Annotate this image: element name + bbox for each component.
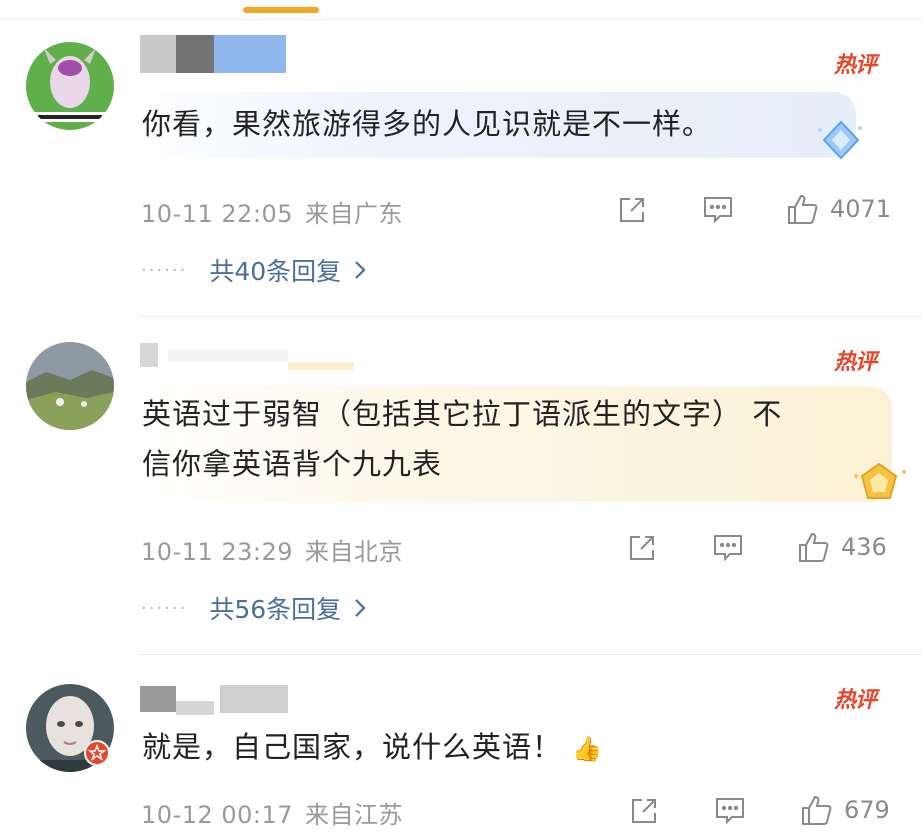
location: 来自广东: [305, 200, 404, 228]
comment-button[interactable]: [702, 194, 734, 224]
like-button[interactable]: 679: [800, 794, 890, 826]
like-count: 4071: [830, 195, 892, 223]
comment-text: 就是，自己国家，说什么英语！ 👍: [142, 722, 603, 774]
divider: [140, 316, 922, 317]
comment-text-line: 信你拿英语背个九九表: [142, 447, 443, 481]
view-replies-link[interactable]: ······ 共40条回复: [141, 252, 367, 288]
share-button[interactable]: [616, 194, 648, 226]
like-button[interactable]: 436: [797, 531, 887, 563]
comment-text: 你看，果然旅游得多的人见识就是不一样。: [142, 107, 713, 141]
reply-count: 共40条回复: [209, 257, 342, 286]
timestamp: 10-11 22:05: [141, 200, 294, 228]
comment-meta: 10-11 23:29 来自北京: [141, 532, 403, 567]
divider: [0, 19, 922, 20]
comment-icon: [716, 798, 744, 825]
comment-button[interactable]: [714, 795, 746, 825]
share-icon: [632, 799, 656, 823]
comment-text: 英语过于弱智（包括其它拉丁语派生的文字） 不 信你拿英语背个九九表: [142, 389, 782, 489]
avatar[interactable]: [26, 42, 114, 130]
share-button[interactable]: [628, 795, 660, 827]
verified-badge-icon: [84, 740, 110, 766]
thumbs-up-icon: [802, 795, 832, 825]
diamond-badge-icon: [818, 120, 862, 160]
avatar[interactable]: [26, 342, 114, 430]
thumbs-up-icon: [799, 532, 829, 562]
share-button[interactable]: [626, 532, 658, 564]
comment-icon: [704, 197, 732, 224]
share-icon: [630, 536, 654, 560]
reply-dots: ······: [141, 259, 188, 281]
hot-comment-badge: 热评: [834, 350, 877, 375]
comment-meta: 10-11 22:05 来自广东: [141, 194, 403, 229]
comment-button[interactable]: [712, 532, 744, 562]
reply-dots: ······: [141, 597, 188, 619]
comment-icon: [714, 535, 742, 562]
username-redacted[interactable]: [140, 680, 288, 718]
divider: [140, 654, 922, 655]
thumbs-up-icon: [788, 194, 818, 224]
reply-count: 共56条回复: [209, 595, 342, 624]
thumbs-up-emoji: 👍: [572, 735, 603, 763]
username-redacted[interactable]: [140, 35, 286, 73]
username-redacted[interactable]: [140, 336, 354, 374]
comment-text-line: 英语过于弱智（包括其它拉丁语派生的文字） 不: [142, 397, 783, 431]
comment-feed: 热评 你看，果然旅游得多的人见识就是不一样。 10-11 22:05 来自广东: [0, 0, 922, 840]
hot-comment-badge: 热评: [834, 688, 877, 713]
timestamp: 10-12 00:17: [141, 801, 294, 829]
like-count: 436: [841, 533, 887, 561]
comment-text-body: 就是，自己国家，说什么英语！: [142, 730, 563, 764]
location: 来自北京: [305, 538, 404, 566]
chevron-right-icon: [355, 599, 366, 617]
timestamp: 10-11 23:29: [141, 538, 294, 566]
share-icon: [620, 198, 644, 222]
like-button[interactable]: 4071: [786, 193, 891, 225]
like-count: 679: [844, 796, 890, 824]
chevron-right-icon: [355, 261, 366, 279]
tab-indicator: [243, 7, 319, 13]
comment-meta: 10-12 00:17 来自江苏: [141, 795, 403, 830]
hot-comment-badge: 热评: [834, 53, 877, 78]
view-replies-link[interactable]: ······ 共56条回复: [141, 590, 367, 626]
gold-badge-icon: [854, 462, 906, 499]
location: 来自江苏: [305, 801, 404, 829]
